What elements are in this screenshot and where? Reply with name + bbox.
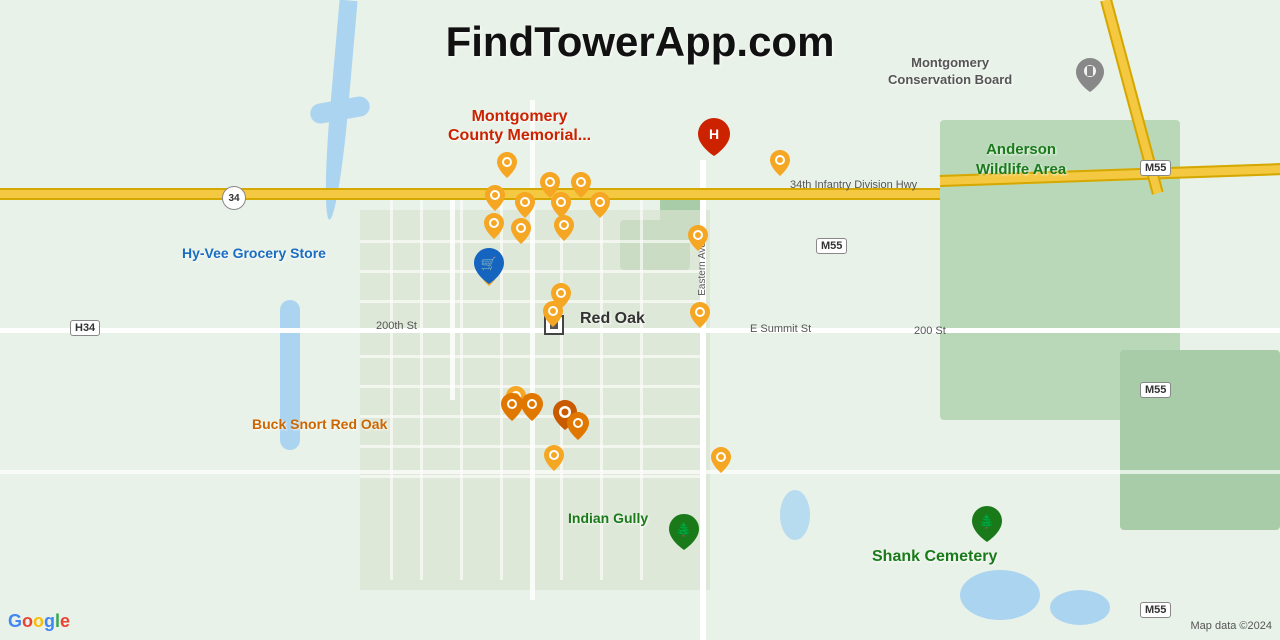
- grid-v3: [460, 200, 463, 580]
- marker-yellow-15[interactable]: [690, 302, 710, 328]
- label-anderson-wildlife: AndersonWildlife Area: [976, 140, 1066, 179]
- marker-yellow-14[interactable]: [688, 225, 708, 251]
- label-indian-gully: Indian Gully: [568, 510, 648, 526]
- marker-yellow-3[interactable]: [571, 172, 591, 198]
- badge-m55-right: M55: [1140, 382, 1171, 398]
- map-container[interactable]: FindTowerApp.com 34 H34 M55 M55 M55 M55 …: [0, 0, 1280, 640]
- label-34th-infantry: 34th Infantry Division Hwy: [790, 179, 917, 191]
- label-esummit: E Summit St: [750, 323, 811, 335]
- road-south: [0, 470, 1280, 474]
- svg-text:🌲: 🌲: [979, 514, 995, 529]
- svg-text:H: H: [709, 126, 719, 142]
- marker-conservation[interactable]: [1076, 58, 1104, 92]
- site-title: FindTowerApp.com: [446, 18, 835, 66]
- label-montgomery-hospital: MontgomeryCounty Memorial...: [448, 107, 591, 145]
- marker-yellow-16[interactable]: [770, 150, 790, 176]
- marker-shank-cemetery[interactable]: 🌲: [972, 506, 1002, 542]
- marker-orange-1[interactable]: [501, 393, 523, 421]
- pond-southeast: [960, 570, 1040, 620]
- badge-h34: H34: [70, 320, 100, 336]
- label-shank-cemetery: Shank Cemetery: [872, 548, 997, 566]
- svg-text:🌲: 🌲: [676, 522, 692, 537]
- marker-yellow-4[interactable]: [485, 185, 505, 211]
- grid-v5: [560, 200, 563, 580]
- marker-yellow-7[interactable]: [590, 192, 610, 218]
- label-montgomery-conservation: MontgomeryConservation Board: [888, 55, 1012, 89]
- marker-indian-gully[interactable]: 🌲: [669, 514, 699, 550]
- marker-yellow-8[interactable]: [484, 213, 504, 239]
- marker-yellow-1[interactable]: [497, 152, 517, 178]
- badge-m55-bot: M55: [1140, 602, 1171, 618]
- badge-hwy34: 34: [222, 186, 246, 210]
- pond-southeast2: [1050, 590, 1110, 625]
- label-200th-st: 200th St: [376, 320, 417, 332]
- marker-orange-4[interactable]: [567, 412, 589, 440]
- marker-hyvee[interactable]: 🛒: [474, 248, 504, 284]
- marker-orange-2[interactable]: [521, 393, 543, 421]
- marker-hospital[interactable]: H: [698, 118, 730, 156]
- marker-yellow-10[interactable]: [554, 215, 574, 241]
- google-logo: G o o g l e: [8, 611, 70, 632]
- road-200th-st: [0, 328, 1280, 333]
- label-hyvee: Hy-Vee Grocery Store: [182, 245, 326, 261]
- map-attribution: Map data ©2024: [1191, 620, 1273, 632]
- grid-v1: [390, 200, 393, 580]
- marker-yellow-5[interactable]: [515, 192, 535, 218]
- road-central-v: [530, 100, 535, 600]
- road-v2: [450, 200, 455, 400]
- marker-yellow-18[interactable]: [544, 445, 564, 471]
- marker-yellow-19[interactable]: [711, 447, 731, 473]
- label-red-oak: Red Oak: [580, 310, 645, 328]
- badge-m55-top: M55: [1140, 160, 1171, 176]
- badge-m55-mid: M55: [816, 238, 847, 254]
- svg-text:🛒: 🛒: [481, 256, 497, 271]
- marker-yellow-13[interactable]: [543, 301, 563, 327]
- grid-v2: [420, 200, 423, 580]
- label-200-st: 200 St: [914, 325, 946, 337]
- marker-yellow-9[interactable]: [511, 218, 531, 244]
- label-buck-snort: Buck Snort Red Oak: [252, 416, 387, 432]
- green-area-right: [1120, 350, 1280, 530]
- creek: [780, 490, 810, 540]
